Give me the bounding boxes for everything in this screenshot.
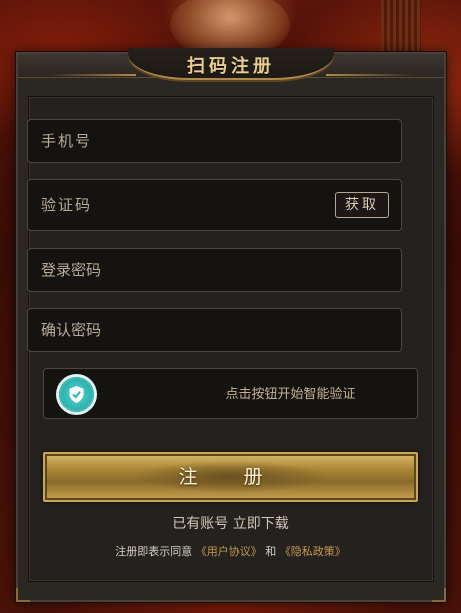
have-account-text[interactable]: 已有账号 [172,516,228,532]
shield-check-icon [59,377,94,412]
phone-input[interactable] [28,120,401,162]
captcha-label: 点击按钮开始智能验证 [225,387,356,402]
download-link[interactable]: 立即下载 [233,516,289,532]
get-code-button[interactable]: 获取 [335,192,389,218]
register-button[interactable]: 注 册 [43,452,418,502]
corner-ornament-left [16,588,30,602]
background-ornament [381,0,421,60]
panel-title: 扫码注册 [187,56,275,77]
captcha-verify-button[interactable]: 点击按钮开始智能验证 [43,368,418,419]
title-ornament-right [326,74,416,76]
privacy-policy-link[interactable]: 《隐私政策》 [280,545,346,558]
login-download-row: 已有账号 立即下载 [0,513,461,533]
user-agreement-link[interactable]: 《用户协议》 [196,545,262,558]
password-input[interactable] [28,249,401,291]
confirm-password-field[interactable] [27,308,402,352]
password-field[interactable] [27,248,402,292]
agreement-row: 注册即表示同意 《用户协议》 和 《隐私政策》 [0,543,461,559]
phone-field[interactable] [27,119,402,163]
title-ornament-left [46,74,136,76]
confirm-password-input[interactable] [28,309,401,351]
agreement-conjunction: 和 [265,545,277,558]
code-field[interactable]: 获取 [27,179,402,231]
agreement-prefix: 注册即表示同意 [115,545,193,558]
corner-ornament-right [432,588,446,602]
